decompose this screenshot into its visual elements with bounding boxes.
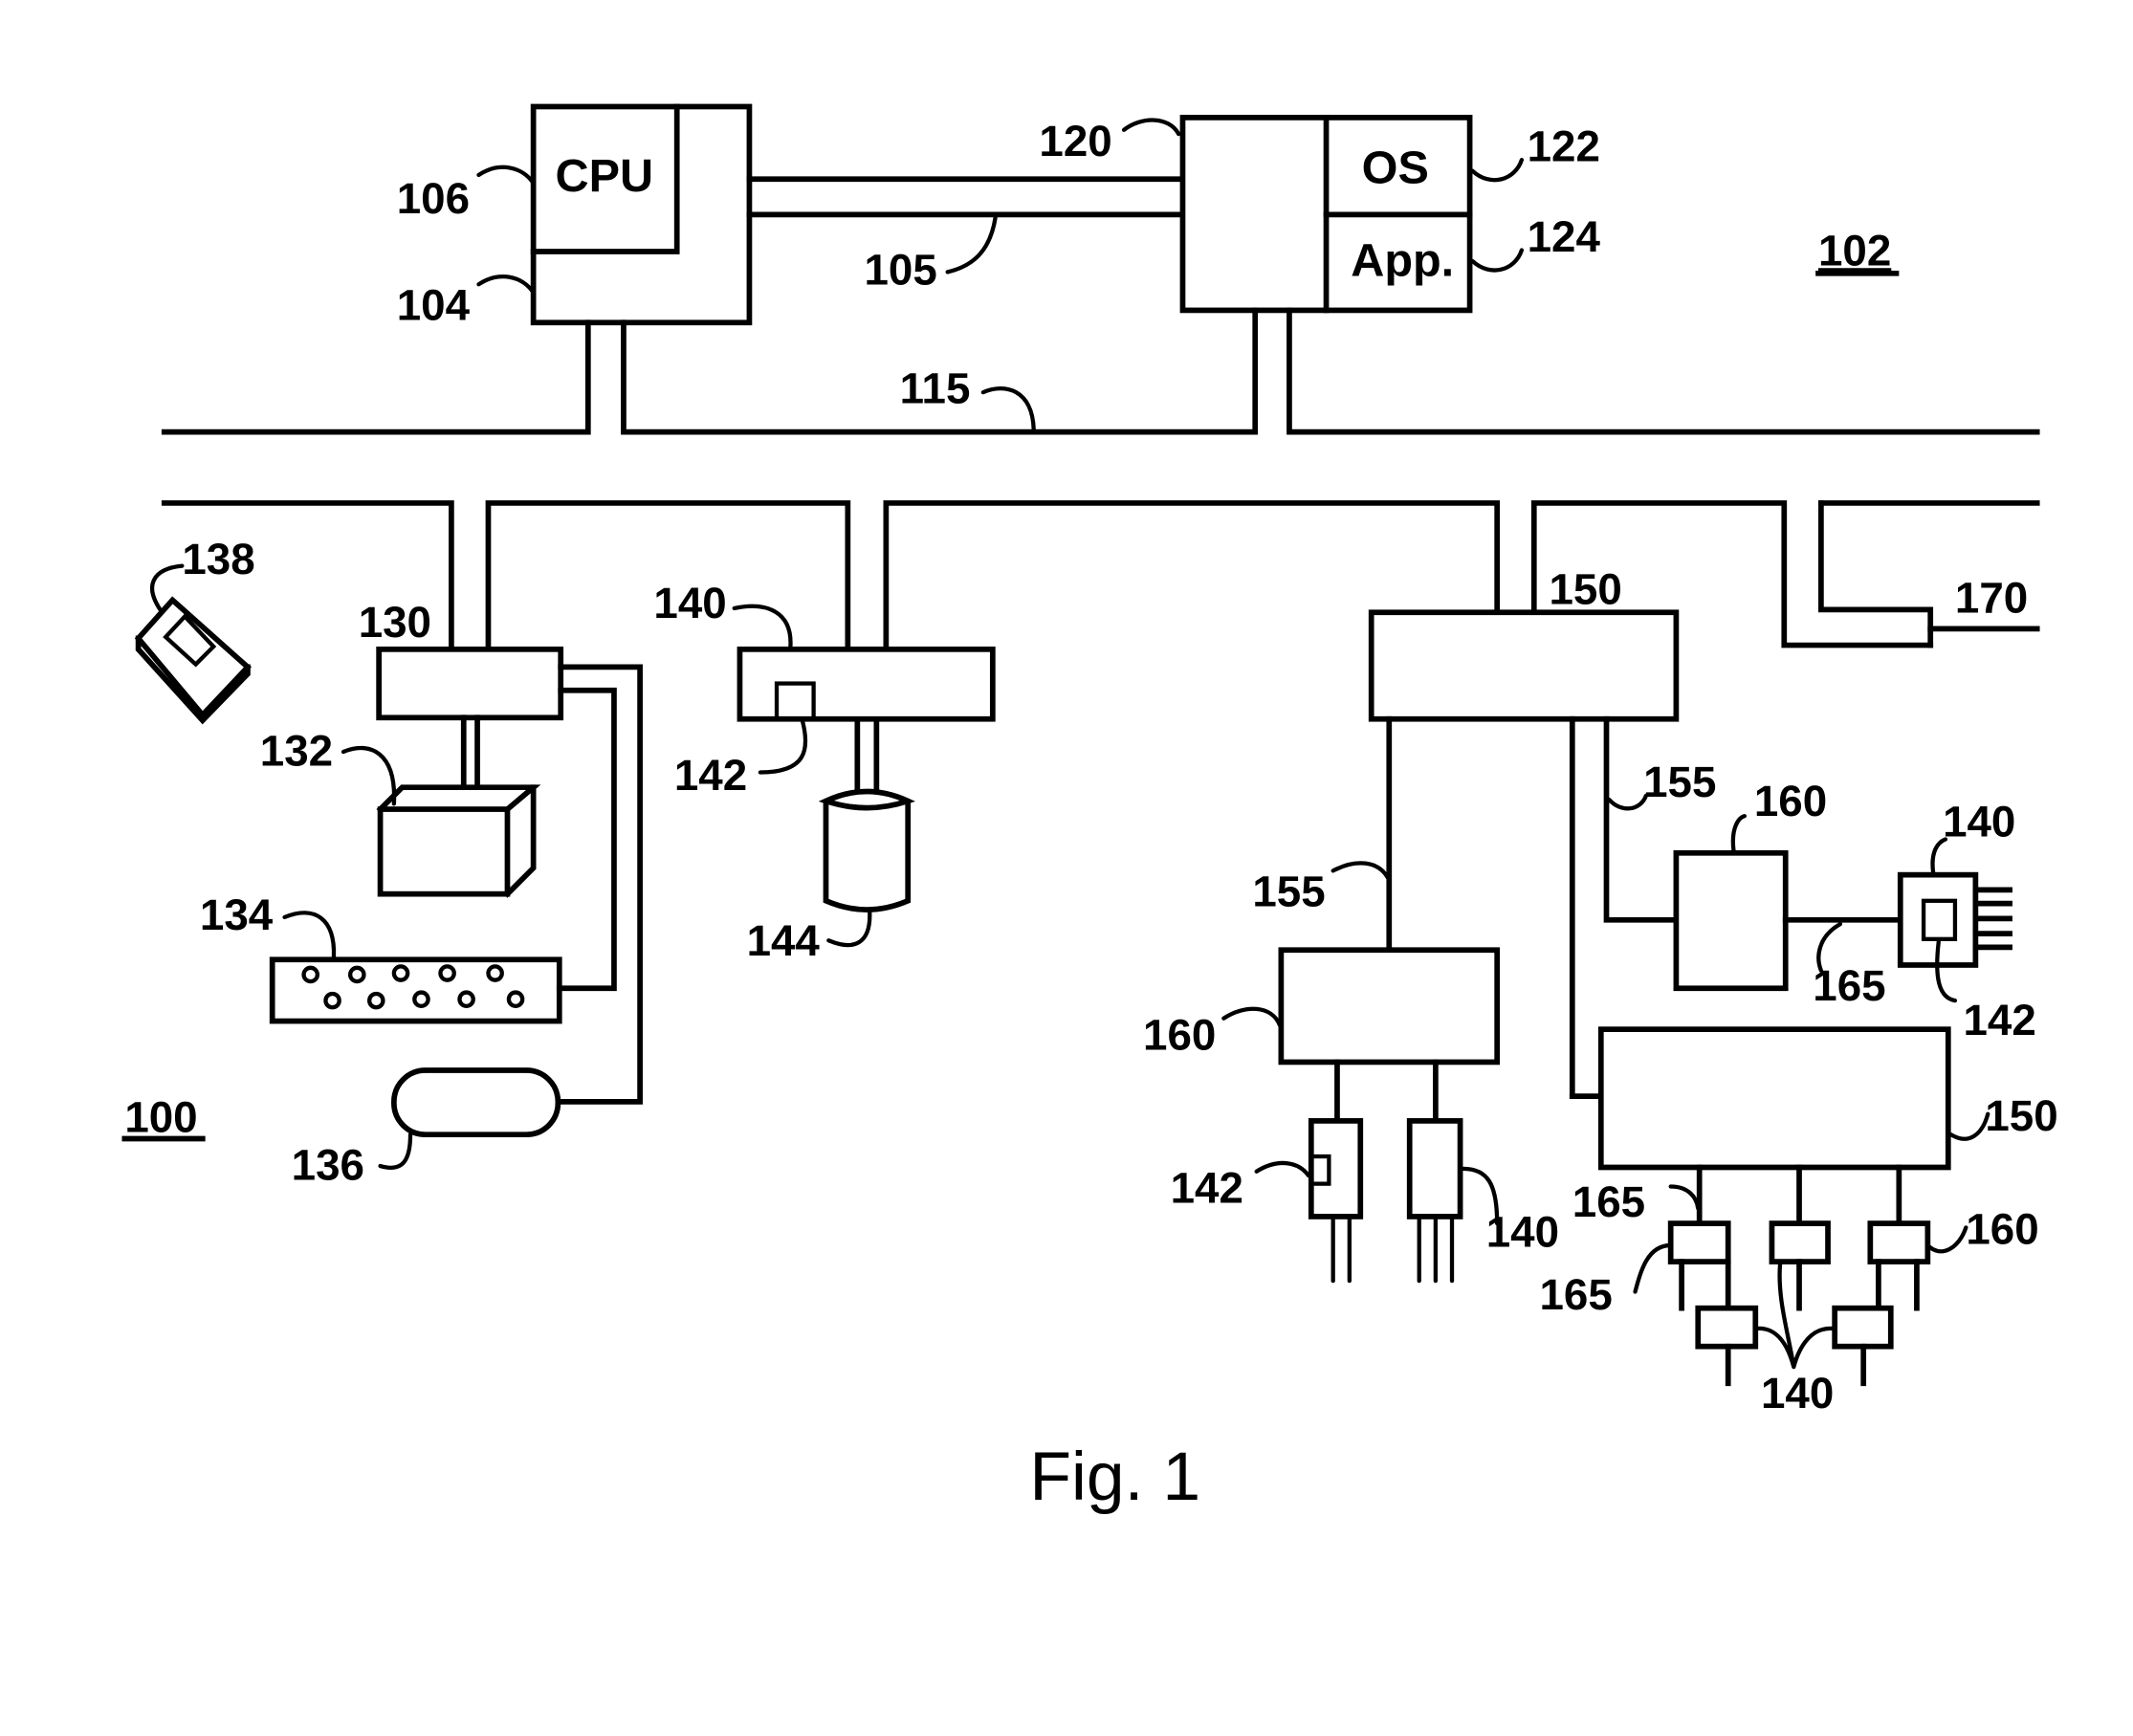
ref-142-b: 142 [1964, 996, 2036, 1044]
device-142-left [1308, 1059, 1364, 1284]
ref-100: 100 [124, 1092, 197, 1141]
app-label: App. [1351, 235, 1454, 287]
ref-144: 144 [747, 916, 821, 965]
ref-140-a: 140 [653, 579, 726, 627]
ref-165-c: 165 [1539, 1270, 1612, 1319]
ref-120: 120 [1039, 117, 1111, 165]
ref-106: 106 [397, 174, 470, 223]
ref-142-a: 142 [674, 751, 747, 800]
ref-115: 115 [900, 364, 971, 413]
memory-120: OS App. [1179, 115, 1473, 314]
leader-140-a [732, 604, 793, 650]
io-interface-130 [376, 646, 564, 721]
ref-165-a: 165 [1813, 961, 1885, 1010]
ref-150-a: 150 [1549, 565, 1621, 614]
leader-136 [378, 1132, 413, 1170]
figure-caption: Fig. 1 [1029, 1439, 1200, 1515]
leader-165-b [1668, 1184, 1701, 1211]
leader-160-a [1730, 814, 1747, 853]
ref-170: 170 [1955, 573, 2028, 622]
leader-120 [1121, 118, 1181, 137]
ref-122: 122 [1528, 122, 1600, 171]
device-140-left [1406, 1059, 1463, 1284]
ref-160-b: 160 [1143, 1011, 1216, 1060]
ref-142-c: 142 [1171, 1164, 1243, 1213]
controller-140 [737, 646, 996, 722]
ref-160-c: 160 [1966, 1205, 2038, 1254]
leader-122 [1470, 158, 1525, 183]
ref-160-a: 160 [1754, 777, 1827, 825]
leader-165-c [1633, 1242, 1673, 1294]
ref-155-b: 155 [1643, 758, 1716, 806]
patent-figure: CPU 106 104 105 OS App. 120 122 124 102 … [121, 103, 2058, 1515]
leader-160-b [1221, 1006, 1283, 1027]
ref-150-b: 150 [1985, 1091, 2057, 1140]
handheld-138 [134, 596, 253, 725]
leader-106 [476, 165, 536, 186]
leader-160-c [1925, 1225, 1968, 1254]
leader-150-b [1948, 1111, 1990, 1141]
hub-160-left [1278, 947, 1501, 1066]
ref-155-a: 155 [1252, 868, 1325, 916]
leader-124 [1470, 248, 1525, 273]
ref-134: 134 [200, 890, 274, 939]
ref-138: 138 [182, 535, 254, 583]
leader-104 [476, 275, 536, 295]
ref-130: 130 [359, 598, 431, 647]
gateway-150-a [1368, 609, 1680, 722]
os-label: OS [1362, 143, 1429, 194]
ref-132: 132 [260, 726, 333, 775]
leader-140-d [1753, 1262, 1837, 1370]
leader-155-b [1607, 793, 1649, 811]
leader-155-a [1330, 861, 1390, 880]
leader-105 [945, 215, 998, 275]
ref-140-d: 140 [1761, 1369, 1834, 1417]
storage-144 [818, 717, 915, 912]
leader-134 [282, 911, 337, 959]
device-140-right [1897, 871, 2012, 968]
ref-140-c: 140 [1486, 1207, 1559, 1256]
gateway-150-b [1597, 1026, 1951, 1171]
ref-140-b: 140 [1943, 798, 2015, 846]
display-132 [376, 714, 541, 898]
ref-104: 104 [397, 280, 471, 329]
leader-132 [341, 746, 397, 806]
ref-165-b: 165 [1572, 1177, 1645, 1226]
peripheral-bus [161, 500, 2040, 652]
hub-160-right [1673, 849, 1789, 992]
leader-115 [980, 386, 1036, 431]
ref-124: 124 [1528, 212, 1601, 261]
processor-104: CPU [530, 103, 753, 326]
leader-142-c [1254, 1160, 1311, 1178]
mouse-136 [391, 664, 643, 1138]
leader-144 [826, 910, 872, 948]
link-155-right [1603, 715, 1680, 923]
ref-105: 105 [864, 245, 936, 294]
cpu-label: CPU [556, 150, 654, 202]
bus-105 [746, 176, 1186, 218]
leader-142-a [758, 719, 808, 775]
ref-102: 102 [1818, 226, 1891, 275]
ref-136: 136 [292, 1140, 364, 1189]
